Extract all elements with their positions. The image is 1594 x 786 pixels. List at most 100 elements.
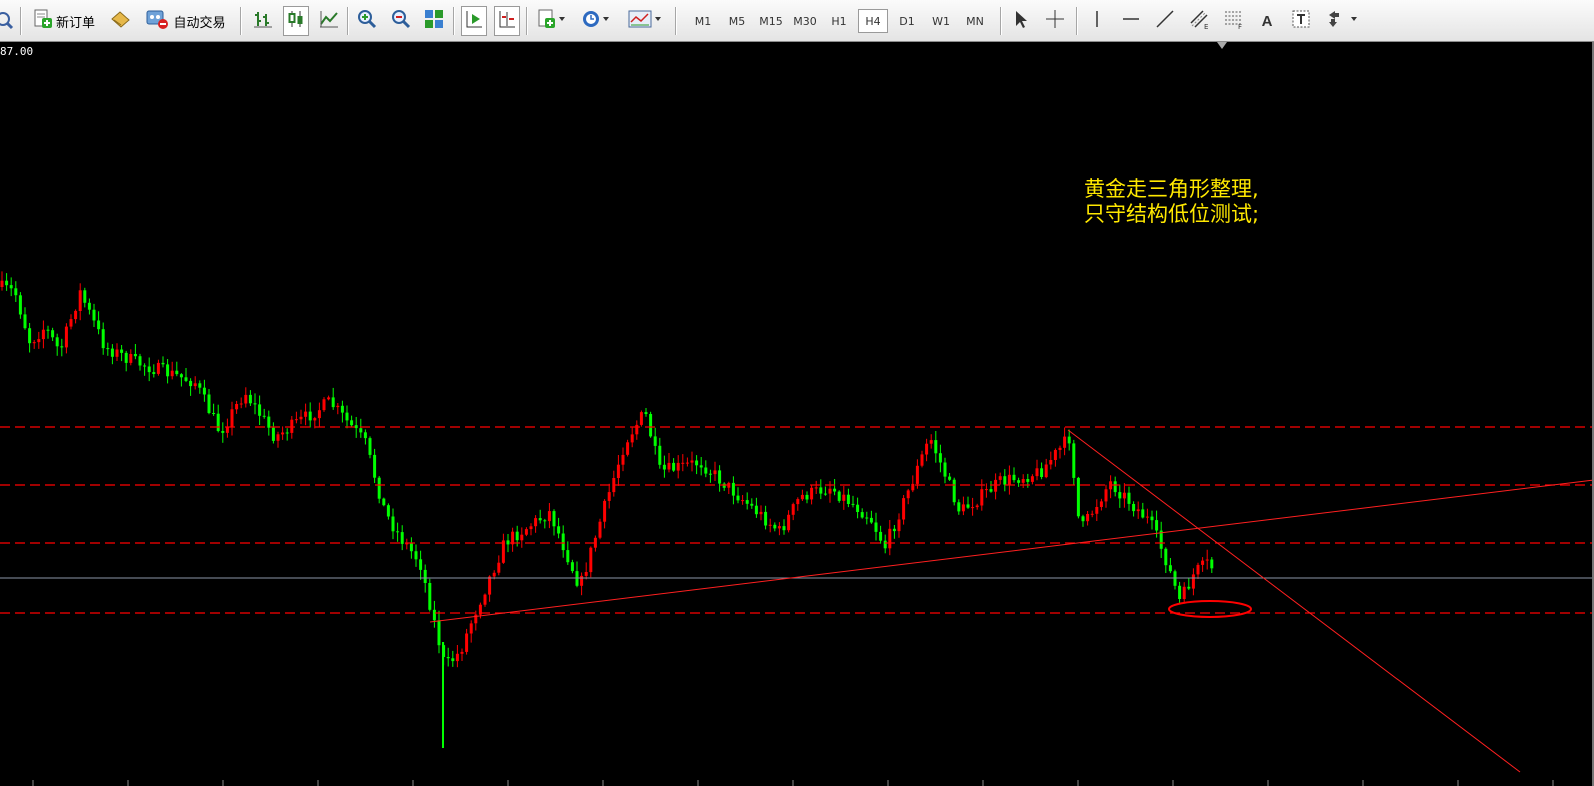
chart-canvas[interactable]	[0, 42, 1594, 786]
candle-body	[345, 412, 349, 421]
equidistant-channel-button[interactable]: E	[1186, 6, 1214, 36]
toolbar: 新订单 自动交易 M1 M5 M15 M30 H1 H4 D1 W1 MN E …	[0, 0, 1594, 42]
candle-body	[699, 465, 703, 468]
cursor-button[interactable]	[1008, 6, 1034, 36]
text-label-icon	[1291, 9, 1311, 33]
new-order-button[interactable]: 新订单	[26, 6, 102, 36]
candle-body	[708, 473, 712, 475]
zoom-out-icon	[391, 9, 411, 33]
candle-body	[1178, 585, 1182, 599]
candlestick-icon	[286, 9, 306, 33]
chart-shift-button[interactable]	[494, 6, 520, 36]
candle-body	[561, 533, 565, 551]
candle-body	[432, 609, 436, 621]
candle-body	[373, 454, 377, 478]
vertical-line-button[interactable]	[1084, 6, 1110, 36]
text-button[interactable]: A	[1254, 6, 1280, 36]
candle-body	[989, 489, 993, 492]
candle-body	[971, 507, 975, 509]
arrows-icon	[1326, 9, 1358, 33]
line-chart-button[interactable]	[316, 6, 342, 36]
candle-body	[87, 302, 91, 310]
candle-body	[64, 326, 68, 348]
timeframe-h4-button[interactable]: H4	[858, 9, 888, 33]
timeframe-mn-button[interactable]: MN	[960, 9, 990, 33]
fibonacci-button[interactable]: F	[1220, 6, 1248, 36]
candle-body	[276, 434, 280, 441]
horizontal-line-button[interactable]	[1118, 6, 1144, 36]
candle-body	[823, 493, 827, 495]
text-label-button[interactable]	[1288, 6, 1314, 36]
svg-text:F: F	[1238, 23, 1242, 29]
candle-body	[386, 505, 390, 517]
zoom-out-button[interactable]	[388, 6, 414, 36]
crosshair-icon	[1045, 9, 1065, 33]
tile-windows-button[interactable]	[421, 6, 447, 36]
candle-body	[1168, 565, 1172, 572]
candle-body	[1090, 513, 1094, 515]
candle-body	[216, 413, 220, 431]
timeframe-m1-button[interactable]: M1	[688, 9, 718, 33]
timeframe-m5-button[interactable]: M5	[722, 9, 752, 33]
candle-body	[115, 349, 119, 357]
candle-body	[446, 657, 450, 659]
chart-shift-marker	[1217, 42, 1227, 49]
candle-body	[138, 356, 142, 366]
candle-body	[543, 520, 547, 522]
arrows-button[interactable]	[1322, 6, 1362, 36]
zoom-in-button[interactable]	[354, 6, 380, 36]
candle-body	[377, 477, 381, 499]
candle-body	[1132, 504, 1136, 512]
line-chart-icon	[319, 9, 339, 33]
candle-body	[14, 288, 18, 296]
timeframe-m30-button[interactable]: M30	[790, 9, 820, 33]
auto-trading-icon	[146, 8, 170, 34]
periods-button[interactable]	[576, 6, 616, 36]
timeframe-h1-button[interactable]: H1	[824, 9, 854, 33]
candle-body	[133, 354, 137, 357]
candle-body	[469, 623, 473, 634]
candle-body	[124, 352, 128, 363]
candle-body	[175, 370, 179, 375]
timeframe-m15-button[interactable]: M15	[756, 9, 786, 33]
candle-body	[874, 522, 878, 532]
candle-body	[221, 431, 225, 433]
candle-body	[156, 362, 160, 374]
candle-body	[920, 454, 924, 466]
candle-body	[198, 383, 202, 388]
auto-trading-button[interactable]: 自动交易	[139, 6, 233, 36]
candle-body	[317, 410, 321, 419]
candle-body	[888, 528, 892, 549]
candle-body	[340, 405, 344, 413]
price-chart[interactable]	[0, 42, 1594, 786]
candle-body	[32, 342, 36, 344]
candle-body	[101, 329, 105, 349]
candle-body	[120, 349, 124, 353]
indicators-button[interactable]	[534, 6, 570, 36]
candle-body	[883, 540, 887, 549]
candle-body	[1017, 480, 1021, 483]
crosshair-button[interactable]	[1042, 6, 1068, 36]
candlestick-button[interactable]	[283, 6, 309, 36]
candle-body	[589, 547, 593, 573]
candle-body	[110, 348, 114, 357]
timeframe-w1-button[interactable]: W1	[926, 9, 956, 33]
candle-body	[179, 374, 183, 378]
auto-scroll-button[interactable]	[461, 6, 487, 36]
candle-body	[718, 470, 722, 484]
expert-advisor-button[interactable]	[107, 6, 133, 36]
timeframe-d1-button[interactable]: D1	[892, 9, 922, 33]
candle-body	[152, 372, 156, 374]
bar-chart-button[interactable]	[250, 6, 276, 36]
zoom-icon[interactable]	[0, 6, 16, 36]
candle-body	[685, 462, 689, 464]
candle-body	[1127, 492, 1131, 504]
candle-body	[842, 494, 846, 501]
candle-body	[547, 511, 551, 522]
templates-icon	[628, 9, 662, 33]
periods-icon	[581, 9, 611, 33]
candle-body	[745, 500, 749, 504]
candle-body	[506, 540, 510, 545]
trendline-button[interactable]	[1152, 6, 1178, 36]
templates-button[interactable]	[623, 6, 667, 36]
